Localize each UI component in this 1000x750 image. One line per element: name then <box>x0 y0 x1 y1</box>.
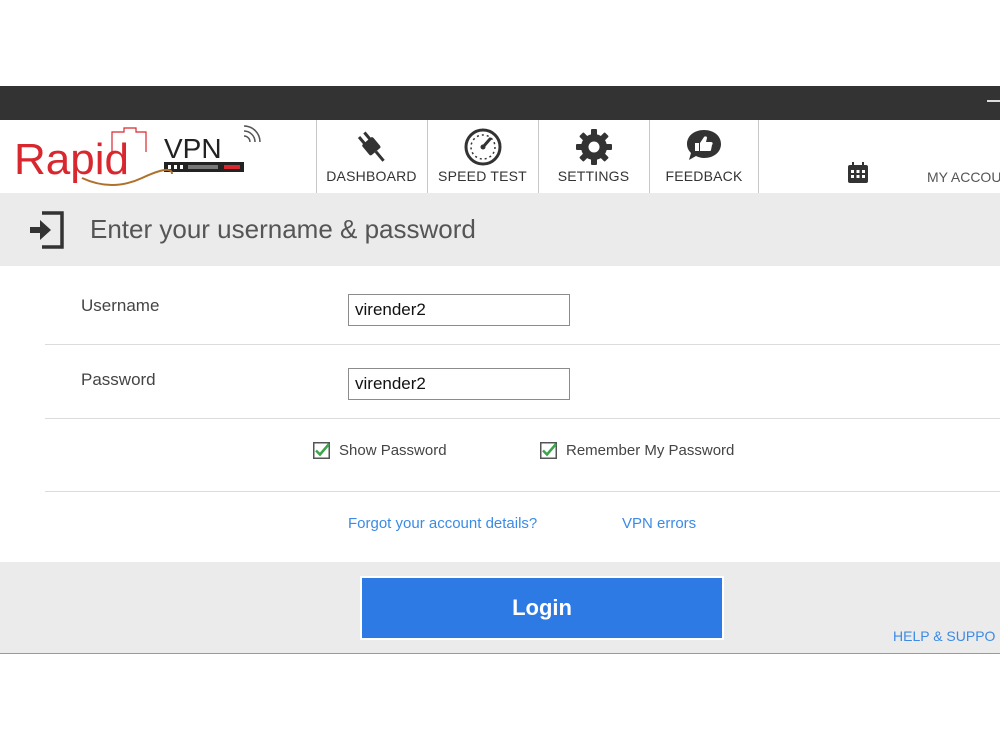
forgot-account-link[interactable]: Forgot your account details? <box>348 515 537 532</box>
password-row: Password <box>45 346 1000 419</box>
nav-label: SPEED TEST <box>438 168 527 184</box>
password-label: Password <box>81 370 156 389</box>
login-header: Enter your username & password <box>0 193 1000 266</box>
help-support-link[interactable]: HELP & SUPPO <box>893 628 995 644</box>
nav-feedback[interactable]: FEEDBACK <box>649 120 759 193</box>
svg-text:VPN: VPN <box>164 133 222 164</box>
nav-label: DASHBOARD <box>326 168 417 184</box>
window-titlebar <box>0 86 1000 120</box>
username-label: Username <box>81 296 160 315</box>
svg-text:Rapid: Rapid <box>14 135 129 184</box>
options-row: Show Password Remember My Password <box>45 419 1000 492</box>
checkbox-checked-icon <box>540 442 557 459</box>
username-row: Username <box>45 272 1000 345</box>
gear-icon <box>575 129 612 165</box>
page-title: Enter your username & password <box>90 214 476 244</box>
my-account-link[interactable]: MY ACCOU <box>927 169 1000 185</box>
login-button[interactable]: Login <box>360 576 724 640</box>
nav-settings[interactable]: SETTINGS <box>538 120 648 193</box>
calendar-icon[interactable] <box>846 161 870 185</box>
remember-password-checkbox[interactable]: Remember My Password <box>540 442 734 459</box>
vpn-errors-link[interactable]: VPN errors <box>622 515 696 532</box>
thumbs-up-icon <box>687 130 721 160</box>
minimize-button[interactable] <box>987 100 1000 102</box>
remember-password-label: Remember My Password <box>566 442 735 459</box>
plug-icon <box>357 131 385 162</box>
nav-label: SETTINGS <box>557 168 630 184</box>
footer-bar: Login HELP & SUPPO <box>0 562 1000 654</box>
nav-dashboard[interactable]: DASHBOARD <box>316 120 426 193</box>
speedometer-icon <box>464 128 501 166</box>
checkbox-checked-icon <box>313 442 330 459</box>
show-password-checkbox[interactable]: Show Password <box>313 442 447 459</box>
username-input[interactable] <box>348 294 570 326</box>
password-input[interactable] <box>348 368 570 400</box>
login-icon <box>30 211 64 249</box>
rapidvpn-logo: Rapid VPN <box>14 125 261 186</box>
nav-speed-test[interactable]: SPEED TEST <box>427 120 537 193</box>
show-password-label: Show Password <box>339 442 447 459</box>
nav-label: FEEDBACK <box>665 168 743 184</box>
